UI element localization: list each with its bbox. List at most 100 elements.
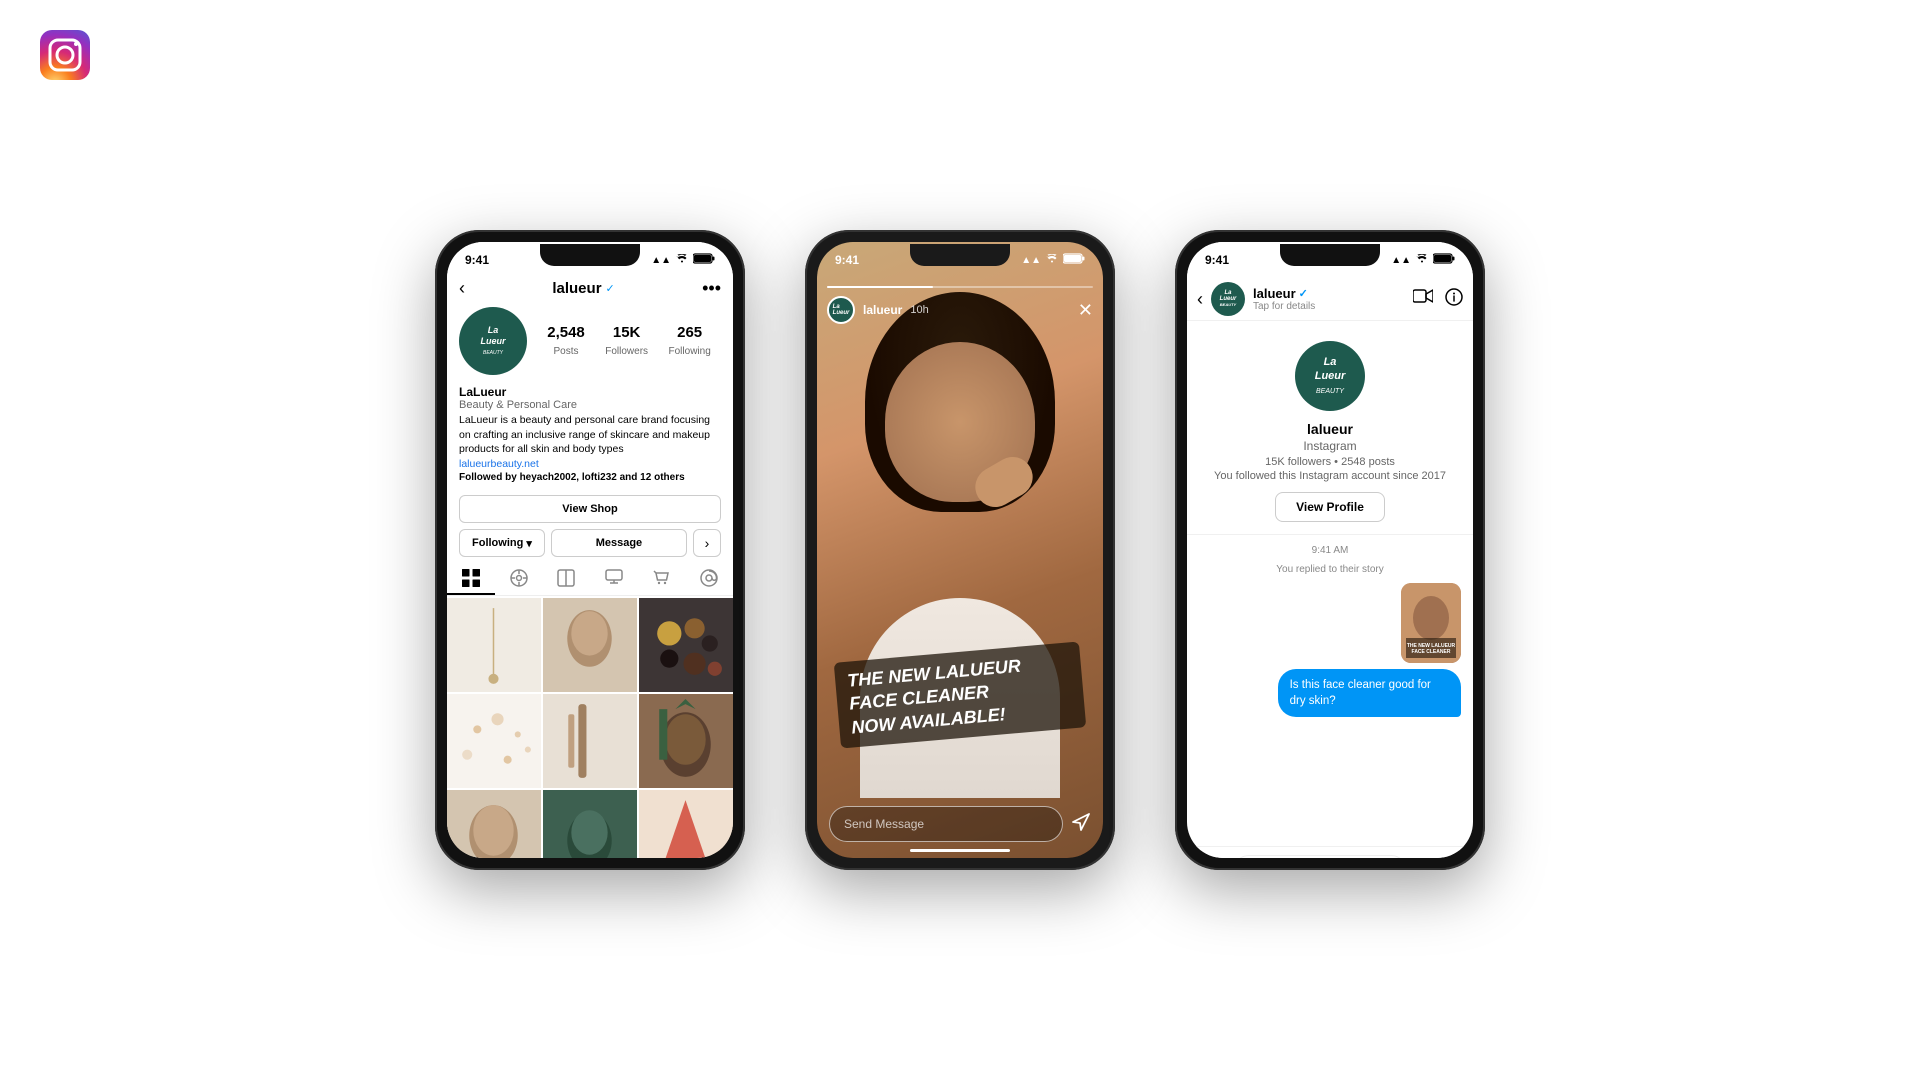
dm-header-avatar[interactable]: LaLueurBEAUTY — [1211, 282, 1245, 316]
tab-reels[interactable] — [495, 563, 543, 595]
signal-icon: ▲▲ — [651, 255, 671, 266]
story-message-input[interactable]: Send Message — [829, 806, 1063, 842]
profile-header-username: lalueur — [552, 280, 601, 297]
profile-grid — [447, 598, 733, 858]
dm-username: lalueur — [1253, 286, 1296, 301]
verified-badge: ✓ — [606, 282, 615, 295]
followed-by: Followed by heyach2002, lofti232 and 12 … — [459, 472, 721, 483]
tab-mentions[interactable] — [685, 563, 733, 595]
view-shop-button[interactable]: View Shop — [459, 495, 721, 523]
profile-bio: LaLueur is a beauty and personal care br… — [459, 413, 721, 457]
grid-item-8[interactable] — [543, 790, 637, 858]
status-icons-3: ▲▲ — [1391, 253, 1455, 267]
following-stat[interactable]: 265 Following — [669, 324, 711, 359]
dm-story-reply: THE NEW LALUEUR FACE CLEANER — [1199, 583, 1461, 663]
posts-count: 2,548 — [547, 324, 585, 341]
profile-action-buttons: View Shop — [447, 489, 733, 529]
stats-grid: 2,548 Posts 15K Followers 265 Following — [537, 324, 721, 359]
instagram-logo — [40, 30, 90, 80]
followed-by-more: and 12 others — [617, 472, 685, 483]
dm-verified-badge: ✓ — [1299, 287, 1308, 300]
story-user-row: LaLueur lalueur 10h ✕ — [827, 296, 1093, 324]
dm-profile-avatar-large-text: LaLueurBEAUTY — [1315, 355, 1346, 398]
avatar-logo: LaLueurBEAUTY — [480, 325, 505, 357]
notch-3 — [1280, 244, 1380, 266]
status-time-3: 9:41 — [1205, 253, 1229, 267]
view-profile-button[interactable]: View Profile — [1275, 492, 1385, 522]
story-close-button[interactable]: ✕ — [1078, 300, 1093, 321]
grid-item-9[interactable] — [639, 790, 733, 858]
tab-tagged[interactable] — [590, 563, 638, 595]
wifi-icon-3 — [1415, 254, 1429, 267]
dm-header: ‹ LaLueurBEAUTY lalueur ✓ Tap for detail… — [1187, 278, 1473, 321]
back-button[interactable]: ‹ — [459, 278, 465, 299]
followed-by-names: heyach2002, lofti232 — [520, 472, 617, 483]
dm-story-thumbnail[interactable]: THE NEW LALUEUR FACE CLEANER — [1401, 583, 1461, 663]
story-top-bar: LaLueur lalueur 10h ✕ — [817, 278, 1103, 328]
profile-tabs — [447, 563, 733, 596]
dm-bubble-row: Is this face cleaner good for dry skin? — [1199, 669, 1461, 717]
dm-header-info: lalueur ✓ Tap for details — [1253, 286, 1405, 312]
dm-header-avatar-text: LaLueurBEAUTY — [1220, 290, 1237, 308]
avatar: LaLueurBEAUTY — [459, 307, 527, 375]
following-button[interactable]: Following ▾ — [459, 529, 545, 557]
dm-profile-platform: Instagram — [1303, 439, 1356, 453]
profile-action-buttons-2: Following ▾ Message › — [447, 529, 733, 563]
status-time-2: 9:41 — [835, 253, 859, 267]
following-label: Following — [669, 346, 711, 357]
more-options-button[interactable]: ••• — [702, 278, 721, 299]
profile-display-name: LaLueur — [459, 385, 721, 399]
profile-info: LaLueur Beauty & Personal Care LaLueur i… — [447, 383, 733, 489]
story-progress-bar — [827, 286, 1093, 288]
more-button[interactable]: › — [693, 529, 721, 557]
dm-header-sub: Tap for details — [1253, 301, 1405, 312]
grid-item-7[interactable] — [447, 790, 541, 858]
grid-item-1[interactable] — [447, 598, 541, 692]
tab-shop[interactable] — [638, 563, 686, 595]
dm-timestamp: 9:41 AM — [1199, 545, 1461, 556]
story-bottom-bar: Send Message — [817, 806, 1103, 842]
dm-header-actions — [1413, 288, 1463, 311]
dm-header-name: lalueur ✓ — [1253, 286, 1405, 301]
screen-profile: 9:41 ▲▲ ‹ lalueur ✓ — [447, 242, 733, 858]
dm-profile-avatar-large: LaLueurBEAUTY — [1295, 341, 1365, 411]
wifi-icon — [675, 254, 689, 267]
followers-stat[interactable]: 15K Followers — [605, 324, 648, 359]
dm-messages-area: 9:41 AM You replied to their story THE N… — [1187, 535, 1473, 846]
grid-item-6[interactable] — [639, 694, 733, 788]
story-send-button[interactable] — [1071, 812, 1091, 837]
posts-stat[interactable]: 2,548 Posts — [547, 324, 585, 359]
dm-text-input[interactable]: Message... — [1233, 855, 1407, 859]
video-call-button[interactable] — [1413, 288, 1433, 311]
story-message-placeholder: Send Message — [844, 817, 924, 831]
tab-collab[interactable] — [542, 563, 590, 595]
followed-by-text: Followed by — [459, 472, 520, 483]
story-avatar[interactable]: LaLueur — [827, 296, 855, 324]
battery-icon — [693, 253, 715, 267]
story-headline-text: THE NEW LALUEUR FACE CLEANERNOW AVAILABL… — [846, 655, 1021, 737]
grid-item-5[interactable] — [543, 694, 637, 788]
dm-camera-button[interactable] — [1197, 857, 1225, 859]
notch-1 — [540, 244, 640, 266]
tab-grid[interactable] — [447, 563, 495, 595]
wifi-icon-2 — [1045, 254, 1059, 267]
story-time: 10h — [910, 304, 928, 316]
info-button[interactable] — [1445, 288, 1463, 311]
profile-link[interactable]: lalueurbeauty.net — [459, 458, 721, 470]
battery-icon-3 — [1433, 253, 1455, 267]
grid-item-4[interactable] — [447, 694, 541, 788]
profile-category: Beauty & Personal Care — [459, 399, 721, 411]
following-label: Following — [472, 537, 523, 549]
dm-back-button[interactable]: ‹ — [1197, 289, 1203, 310]
phone-profile: 9:41 ▲▲ ‹ lalueur ✓ — [435, 230, 745, 870]
grid-item-3[interactable] — [639, 598, 733, 692]
story-text-overlay: THE NEW LALUEUR FACE CLEANERNOW AVAILABL… — [837, 652, 1083, 738]
dm-profile-stats: 15K followers • 2548 posts — [1265, 456, 1395, 468]
dm-input-area: Message... — [1187, 846, 1473, 858]
following-count: 265 — [669, 324, 711, 341]
dm-profile-username: lalueur — [1307, 421, 1353, 437]
grid-item-2[interactable] — [543, 598, 637, 692]
story-username[interactable]: lalueur — [863, 303, 902, 317]
message-button[interactable]: Message — [551, 529, 687, 557]
status-icons-2: ▲▲ — [1021, 253, 1085, 267]
